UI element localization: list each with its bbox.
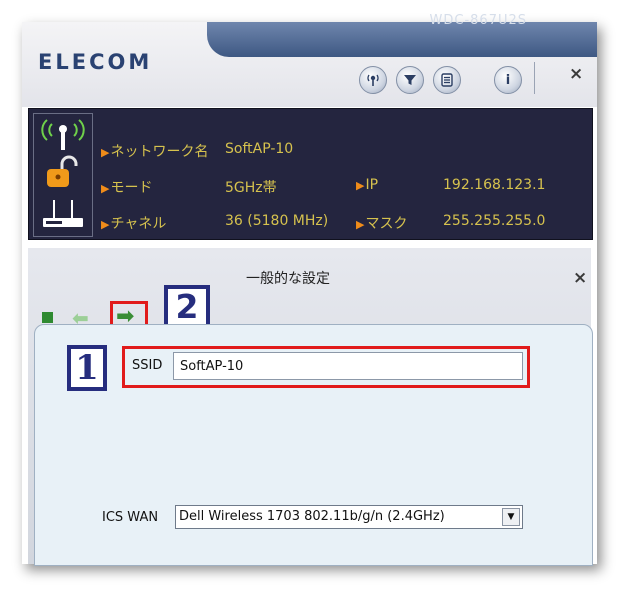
status-icon-column: [33, 113, 93, 237]
mode-value: 5GHz帯: [225, 180, 277, 196]
connection-info-panel: ▶ネットワーク名 SoftAP-10 ▶モード 5GHz帯 ▶チャネル 36 (…: [28, 108, 593, 240]
status-icons: [41, 119, 85, 227]
window-close-button[interactable]: ×: [569, 64, 583, 84]
network-name-label: ▶ネットワーク名: [101, 144, 209, 160]
elecom-logo: ELECOM: [38, 50, 153, 74]
ics-wan-select[interactable]: Dell Wireless 1703 802.11b/g/n (2.4GHz) …: [175, 505, 523, 529]
settings-title: 一般的な設定: [246, 271, 330, 287]
mask-value: 255.255.255.0: [443, 213, 546, 229]
channel-label: ▶チャネル: [101, 216, 167, 232]
router-icon: [43, 200, 83, 227]
ssid-input[interactable]: [173, 352, 523, 380]
ip-label: ▶IP: [356, 177, 379, 193]
stop-button[interactable]: [42, 312, 53, 323]
settings-content: 1 SSID ICS WAN Dell Wireless 1703 802.11…: [34, 324, 593, 566]
mask-label: ▶マスク: [356, 216, 408, 232]
panel-divider: [22, 240, 597, 248]
wifi-signal-icon: [41, 119, 85, 150]
header-divider: [534, 62, 535, 94]
model-tab: WDC-867U2S: [207, 13, 597, 57]
header-bar: WDC-867U2S ELECOM i ×: [22, 13, 597, 107]
ics-wan-value: Dell Wireless 1703 802.11b/g/n (2.4GHz): [179, 509, 445, 524]
dropdown-arrow-icon[interactable]: ▼: [502, 508, 520, 526]
mode-label: ▶モード: [101, 180, 153, 196]
ssid-label: SSID: [132, 358, 163, 373]
ics-wan-label: ICS WAN: [102, 510, 159, 525]
model-name: WDC-867U2S: [429, 13, 527, 28]
settings-close-button[interactable]: ×: [573, 268, 587, 288]
step-1-badge: 1: [67, 345, 107, 391]
signal-icon[interactable]: [359, 66, 387, 94]
app-window: WDC-867U2S ELECOM i × ▶ネットワーク名 SoftAP-10…: [22, 13, 597, 566]
info-icon[interactable]: i: [494, 66, 522, 94]
ip-value: 192.168.123.1: [443, 177, 546, 193]
step-2-badge: 2: [164, 285, 210, 329]
list-icon[interactable]: [433, 66, 461, 94]
channel-value: 36 (5180 MHz): [225, 213, 329, 229]
settings-panel: 一般的な設定 × ⬅ ➡ 2 1 SSID ICS WAN Dell Wirel…: [28, 248, 593, 566]
filter-icon[interactable]: [396, 66, 424, 94]
unlock-icon: [47, 155, 78, 187]
network-name-value: SoftAP-10: [225, 141, 294, 157]
